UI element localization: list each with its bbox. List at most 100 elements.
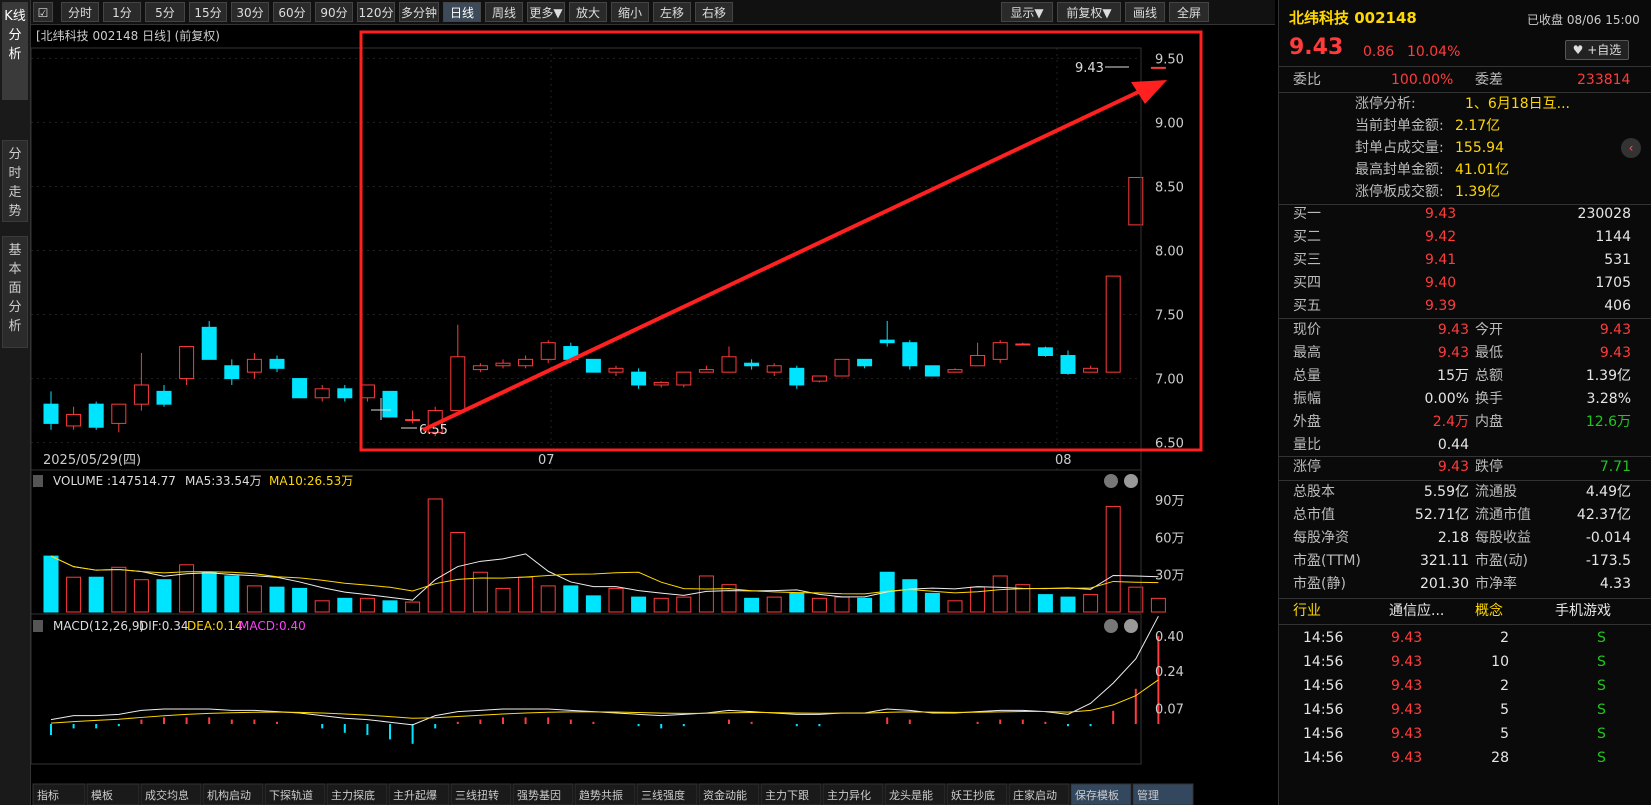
- bottom-tab-4[interactable]: 下探轨道: [264, 783, 326, 805]
- bottom-tab-1[interactable]: 模板: [86, 783, 140, 805]
- fund-value: 4.33: [1599, 576, 1631, 592]
- toolbar-right-button-0[interactable]: 显示▼: [1001, 2, 1053, 22]
- fund-label: 总股本: [1293, 484, 1335, 500]
- bottom-tab-8[interactable]: 强势基因: [512, 783, 574, 805]
- tick-side: S: [1597, 630, 1606, 646]
- volume-bar: [902, 579, 918, 613]
- period-button-12[interactable]: 放大: [569, 2, 607, 22]
- period-button-5[interactable]: 60分: [273, 2, 311, 22]
- period-button-10[interactable]: 周线: [485, 2, 523, 22]
- period-button-8[interactable]: 多分钟: [399, 2, 439, 22]
- period-button-14[interactable]: 左移: [653, 2, 691, 22]
- volume-gear-icon: [1104, 474, 1118, 488]
- fund-label: 市盈(动): [1475, 553, 1528, 569]
- fund-label: 市盈(TTM): [1293, 553, 1361, 569]
- bottom-tab-12[interactable]: 主力下跟: [760, 783, 822, 805]
- volume-bar: [992, 575, 1008, 613]
- bid-label: 买一: [1293, 206, 1321, 222]
- fund-value: 4.49亿: [1585, 484, 1631, 500]
- limit-info-label: 涨停板成交额:: [1355, 184, 1444, 200]
- bottom-tab-16[interactable]: 庄家启动: [1008, 783, 1070, 805]
- tick-volume: 2: [1500, 678, 1509, 694]
- bid-price: 9.40: [1425, 275, 1457, 291]
- price-tick-label: 8.00: [1155, 245, 1184, 260]
- volume-bar: [495, 587, 511, 613]
- macd-tick-label: 0.07: [1155, 703, 1184, 718]
- volume-bar: [450, 532, 466, 613]
- period-button-2[interactable]: 5分: [145, 2, 185, 22]
- limit-info-label: 最高封单金额:: [1355, 162, 1444, 178]
- period-button-4[interactable]: 30分: [231, 2, 269, 22]
- tab-kline-analysis[interactable]: K线分析: [2, 2, 28, 100]
- stat-label: 总量: [1293, 368, 1321, 384]
- candle-body: [585, 358, 601, 373]
- concept-label: 概念: [1475, 603, 1503, 619]
- bottom-tab-9[interactable]: 趋势共振: [574, 783, 636, 805]
- period-button-13[interactable]: 缩小: [611, 2, 649, 22]
- bottom-tab-10[interactable]: 三线强度: [636, 783, 698, 805]
- limit-info-value: 41.01亿: [1455, 162, 1510, 178]
- volume-help-icon: [33, 475, 43, 487]
- bottom-tab-14[interactable]: 龙头是能: [884, 783, 946, 805]
- bottom-tab-17[interactable]: 保存模板: [1070, 783, 1132, 805]
- limit-info-value: 1、6月18日互...: [1465, 96, 1570, 112]
- macd-help-icon: [33, 620, 43, 632]
- bid-label: 买二: [1293, 229, 1321, 245]
- bottom-tab-11[interactable]: 资金动能: [698, 783, 760, 805]
- tab-fundamentals[interactable]: 基本面分析: [2, 236, 28, 348]
- tab-intraday[interactable]: 分时走势: [2, 140, 28, 222]
- chart-area[interactable]: 9.509.008.508.007.507.006.509.436.552025…: [31, 24, 1275, 805]
- toolbar-right-button-1[interactable]: 前复权▼: [1057, 2, 1121, 22]
- bottom-tab-3[interactable]: 机构启动: [202, 783, 264, 805]
- bid-price: 9.42: [1425, 229, 1457, 245]
- macd-dea: DEA:0.14: [187, 619, 243, 633]
- toolbar-right-button-2[interactable]: 画线: [1125, 2, 1165, 22]
- macd-gear-icon: [1104, 619, 1118, 633]
- fund-label: 市盈(静): [1293, 576, 1346, 592]
- bottom-tab-18[interactable]: 管理: [1132, 783, 1194, 805]
- concept-value[interactable]: 手机游戏: [1555, 601, 1611, 621]
- period-button-15[interactable]: 右移: [695, 2, 733, 22]
- period-button-9[interactable]: 日线: [443, 2, 481, 22]
- bottom-tab-6[interactable]: 主升起爆: [388, 783, 450, 805]
- bottom-tab-5[interactable]: 主力探底: [326, 783, 388, 805]
- period-button-11[interactable]: 更多▼: [527, 2, 565, 22]
- price-change: 0.86: [1363, 44, 1395, 60]
- candle-body: [450, 356, 466, 412]
- separator: [1279, 318, 1651, 319]
- tick-price: 9.43: [1391, 750, 1423, 766]
- bid-price: 9.41: [1425, 252, 1457, 268]
- candle-body: [608, 367, 624, 373]
- volume-ma5-line: [50, 553, 1159, 601]
- tick-time: 14:56: [1303, 654, 1344, 670]
- date-end-label: 08: [1055, 453, 1072, 468]
- add-watchlist-button[interactable]: ♥ +自选: [1565, 40, 1629, 60]
- toolbar-right-button-3[interactable]: 全屏: [1169, 2, 1209, 22]
- bottom-tab-15[interactable]: 妖王抄底: [946, 783, 1008, 805]
- price-tick-label: 9.50: [1155, 52, 1184, 67]
- panel-toggle-icon[interactable]: ☑: [33, 2, 53, 22]
- period-button-6[interactable]: 90分: [315, 2, 353, 22]
- bottom-tab-2[interactable]: 成交均息: [140, 783, 202, 805]
- period-button-0[interactable]: 分时: [61, 2, 99, 22]
- volume-bar: [811, 597, 827, 613]
- stat-value: 9.43: [1599, 345, 1631, 361]
- industry-value[interactable]: 通信应...: [1389, 601, 1444, 621]
- macd-title: MACD(12,26,9): [53, 619, 144, 633]
- macd-dea-line: [50, 679, 1159, 724]
- volume-bar: [224, 575, 240, 613]
- bottom-tab-0[interactable]: 指标: [32, 783, 86, 805]
- bottom-tab-13[interactable]: 主力异化: [822, 783, 884, 805]
- candle-body: [1150, 66, 1166, 69]
- limit-info-label: 封单占成交量:: [1355, 140, 1444, 156]
- period-button-1[interactable]: 1分: [103, 2, 141, 22]
- period-button-3[interactable]: 15分: [189, 2, 227, 22]
- date-start-label: 2025/05/29(四): [43, 453, 141, 468]
- bottom-tab-7[interactable]: 三线扭转: [450, 783, 512, 805]
- period-button-7[interactable]: 120分: [357, 2, 395, 22]
- separator: [1279, 598, 1651, 599]
- volume-bar: [66, 576, 82, 613]
- volume-tick-label: 60万: [1155, 531, 1185, 546]
- collapse-arrow-icon[interactable]: ‹: [1621, 138, 1641, 158]
- candle-body: [766, 365, 782, 373]
